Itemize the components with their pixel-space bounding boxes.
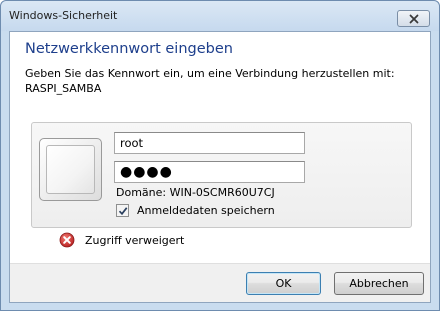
user-tile-icon: [39, 138, 102, 201]
remember-credentials-option[interactable]: Anmeldedaten speichern: [116, 204, 275, 217]
close-button[interactable]: [397, 10, 430, 27]
target-server-name: RASPI_SAMBA: [25, 82, 102, 95]
button-bar: OK Abbrechen: [10, 263, 430, 302]
ok-button[interactable]: OK: [246, 272, 321, 295]
cancel-button[interactable]: Abbrechen: [334, 272, 424, 295]
description-text: Geben Sie das Kennwort ein, um eine Verb…: [25, 67, 395, 80]
checkmark-icon: [118, 206, 127, 215]
dialog-content: Netzwerkkennwort eingeben Geben Sie das …: [9, 31, 431, 303]
remember-credentials-checkbox[interactable]: [116, 204, 129, 217]
credential-tile-panel: root ●●●● Domäne: WIN-0SCMR60U7CJ Anmeld…: [31, 122, 412, 228]
user-tile-picture: [46, 145, 95, 194]
dialog-window: Windows-Sicherheit Netzwerkkennwort eing…: [0, 0, 440, 311]
error-text: Zugriff verweigert: [85, 233, 185, 247]
domain-label: Domäne: WIN-0SCMR60U7CJ: [116, 186, 275, 199]
password-input[interactable]: ●●●●: [114, 161, 305, 183]
window-title: Windows-Sicherheit: [9, 9, 118, 22]
remember-credentials-label: Anmeldedaten speichern: [137, 204, 275, 217]
error-icon: [59, 232, 75, 248]
close-icon: [409, 14, 418, 23]
username-input[interactable]: root: [114, 132, 305, 154]
error-message: Zugriff verweigert: [59, 232, 184, 248]
title-bar[interactable]: Windows-Sicherheit: [1, 1, 439, 31]
dialog-heading: Netzwerkkennwort eingeben: [25, 41, 233, 57]
